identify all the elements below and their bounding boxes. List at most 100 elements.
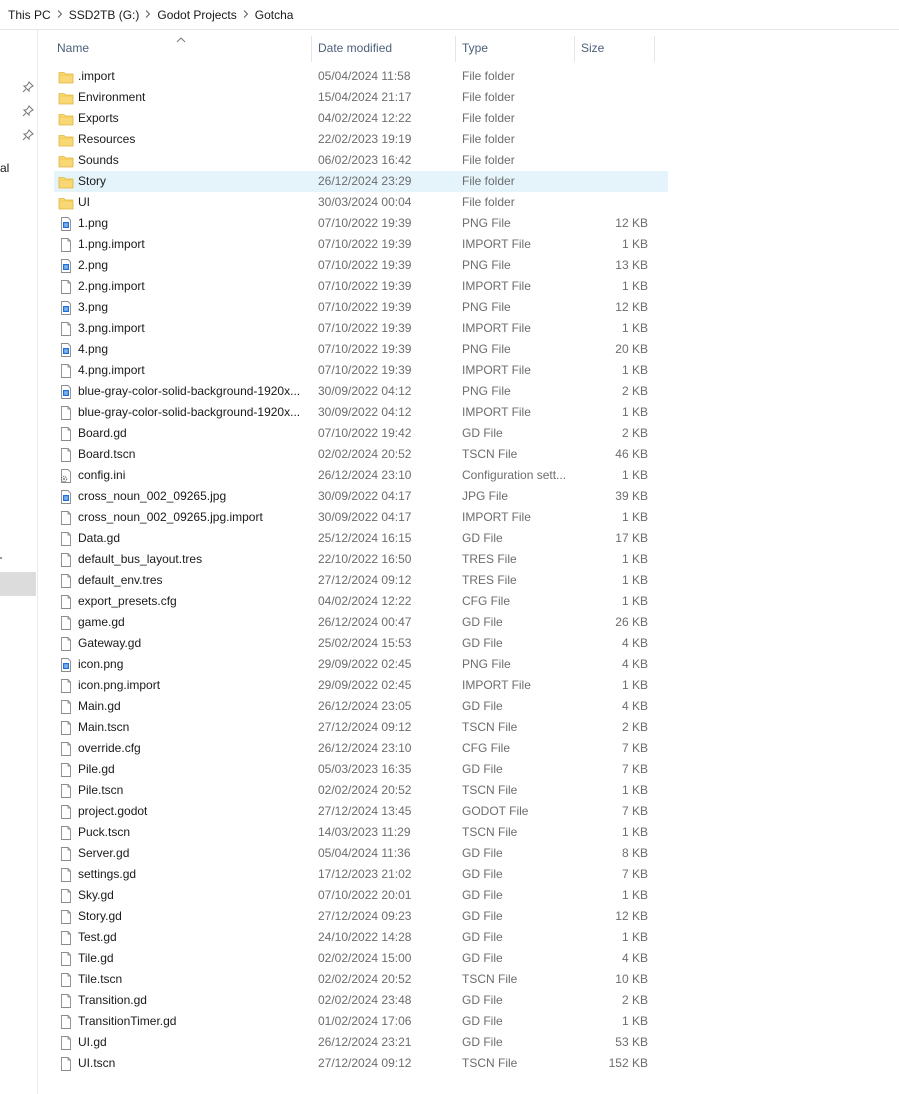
file-size: 39 KB (615, 489, 648, 503)
file-icon (58, 633, 74, 654)
file-row[interactable]: Sky.gd 07/10/2022 20:01 GD File 1 KB (54, 885, 668, 906)
file-name: Test.gd (78, 930, 117, 944)
file-date-modified: 14/03/2023 11:29 (318, 825, 411, 839)
file-icon (58, 738, 74, 759)
column-size[interactable]: Size (580, 36, 650, 66)
file-row[interactable]: Tile.tscn 02/02/2024 20:52 TSCN File 10 KB (54, 969, 668, 990)
chevron-right-icon[interactable] (239, 9, 253, 21)
file-row[interactable]: Story.gd 27/12/2024 09:23 GD File 12 KB (54, 906, 668, 927)
nav-item-selected[interactable] (0, 572, 36, 596)
file-row[interactable]: Data.gd 25/12/2024 16:15 GD File 17 KB (54, 528, 668, 549)
file-row[interactable]: Gateway.gd 25/02/2024 15:53 GD File 4 KB (54, 633, 668, 654)
file-name: 2.png.import (78, 279, 145, 293)
file-date-modified: 07/10/2022 19:39 (318, 237, 412, 251)
file-row[interactable]: Board.tscn 02/02/2024 20:52 TSCN File 46 KB (54, 444, 668, 465)
file-row[interactable]: Tile.gd 02/02/2024 15:00 GD File 4 KB (54, 948, 668, 969)
file-row[interactable]: Transition.gd 02/02/2024 23:48 GD File 2 KB (54, 990, 668, 1011)
column-header-row: Name Date modified Type Size (38, 30, 899, 66)
pin-icon[interactable] (22, 129, 34, 141)
file-row[interactable]: 4.png 07/10/2022 19:39 PNG File 20 KB (54, 339, 668, 360)
file-date-modified: 25/02/2024 15:53 (318, 636, 412, 650)
pin-icon[interactable] (22, 81, 34, 93)
file-type: GD File (462, 951, 503, 965)
file-size: 1 KB (621, 888, 648, 902)
nav-item-label-fragment[interactable]: al (0, 161, 9, 175)
file-date-modified: 04/02/2024 12:22 (318, 594, 412, 608)
file-row[interactable]: Pile.gd 05/03/2023 16:35 GD File 7 KB (54, 759, 668, 780)
file-row[interactable]: default_bus_layout.tres 22/10/2022 16:50 T… (54, 549, 668, 570)
file-size: 10 KB (615, 972, 648, 986)
file-size: 2 KB (621, 993, 648, 1007)
file-row[interactable]: 2.png.import 07/10/2022 19:39 IMPORT File 1… (54, 276, 668, 297)
breadcrumb-drive[interactable]: SSD2TB (G:) (67, 8, 142, 22)
file-row[interactable]: Pile.tscn 02/02/2024 20:52 TSCN File 1 KB (54, 780, 668, 801)
folder-row[interactable]: UI 30/03/2024 00:04 File folder (54, 192, 668, 213)
file-date-modified: 02/02/2024 15:00 (318, 951, 412, 965)
file-row[interactable]: icon.png 29/09/2022 02:45 PNG File 4 KB (54, 654, 668, 675)
file-row[interactable]: override.cfg 26/12/2024 23:10 CFG File 7 KB (54, 738, 668, 759)
file-row[interactable]: Puck.tscn 14/03/2023 11:29 TSCN File 1 KB (54, 822, 668, 843)
file-row[interactable]: project.godot 27/12/2024 13:45 GODOT File 7… (54, 801, 668, 822)
file-row[interactable]: cross_noun_002_09265.jpg 30/09/2022 04:17… (54, 486, 668, 507)
breadcrumb-godot-projects[interactable]: Godot Projects (155, 8, 238, 22)
file-row[interactable]: Main.tscn 27/12/2024 09:12 TSCN File 2 KB (54, 717, 668, 738)
file-row[interactable]: 2.png 07/10/2022 19:39 PNG File 13 KB (54, 255, 668, 276)
file-icon (58, 573, 74, 589)
chevron-right-icon[interactable] (141, 9, 155, 21)
file-size: 7 KB (621, 762, 648, 776)
file-row[interactable]: export_presets.cfg 04/02/2024 12:22 CFG Fi… (54, 591, 668, 612)
file-row[interactable]: UI.tscn 27/12/2024 09:12 TSCN File 152 KB (54, 1053, 668, 1074)
column-name[interactable]: Name (56, 36, 306, 66)
column-type[interactable]: Type (461, 36, 571, 66)
file-row[interactable]: Board.gd 07/10/2022 19:42 GD File 2 KB (54, 423, 668, 444)
file-date-modified: 02/02/2024 23:48 (318, 993, 412, 1007)
file-size: 152 KB (608, 1056, 648, 1070)
column-date-modified[interactable]: Date modified (317, 36, 452, 66)
column-divider[interactable] (654, 36, 655, 62)
folder-icon (58, 132, 74, 148)
file-row[interactable]: 3.png 07/10/2022 19:39 PNG File 12 KB (54, 297, 668, 318)
pin-icon[interactable] (22, 105, 34, 117)
file-row[interactable]: TransitionTimer.gd 01/02/2024 17:06 GD Fil… (54, 1011, 668, 1032)
file-icon (58, 426, 74, 442)
file-row[interactable]: Server.gd 05/04/2024 11:36 GD File 8 KB (54, 843, 668, 864)
folder-row[interactable]: .import 05/04/2024 11:58 File folder (54, 66, 668, 87)
file-type: GD File (462, 909, 503, 923)
file-row[interactable]: config.ini 26/12/2024 23:10 Configuration … (54, 465, 668, 486)
chevron-right-icon[interactable] (53, 9, 67, 21)
file-row[interactable]: cross_noun_002_09265.jpg.import 30/09/202… (54, 507, 668, 528)
file-row[interactable]: 1.png.import 07/10/2022 19:39 IMPORT File 1… (54, 234, 668, 255)
file-row[interactable]: Main.gd 26/12/2024 23:05 GD File 4 KB (54, 696, 668, 717)
file-row[interactable]: Test.gd 24/10/2022 14:28 GD File 1 KB (54, 927, 668, 948)
file-row[interactable]: blue-gray-color-solid-background-1920x..… (54, 381, 668, 402)
folder-row[interactable]: Environment 15/04/2024 21:17 File folder (54, 87, 668, 108)
breadcrumb-this-pc[interactable]: This PC (6, 8, 53, 22)
file-row[interactable]: 3.png.import 07/10/2022 19:39 IMPORT File 1… (54, 318, 668, 339)
file-size: 4 KB (621, 636, 648, 650)
file-row[interactable]: default_env.tres 27/12/2024 09:12 TRES Fil… (54, 570, 668, 591)
file-type: File folder (462, 132, 515, 146)
column-divider[interactable] (455, 36, 456, 62)
breadcrumb-gotcha[interactable]: Gotcha (253, 8, 296, 22)
file-row[interactable]: blue-gray-color-solid-background-1920x..… (54, 402, 668, 423)
column-divider[interactable] (311, 36, 312, 62)
file-type: PNG File (462, 300, 511, 314)
image-file-icon (58, 213, 74, 234)
file-row[interactable]: icon.png.import 29/09/2022 02:45 IMPORT Fi… (54, 675, 668, 696)
file-row[interactable]: settings.gd 17/12/2023 21:02 GD File 7 KB (54, 864, 668, 885)
file-type: TSCN File (462, 972, 518, 986)
file-row[interactable]: UI.gd 26/12/2024 23:21 GD File 53 KB (54, 1032, 668, 1053)
file-icon (58, 1014, 74, 1030)
column-divider[interactable] (574, 36, 575, 62)
file-date-modified: 05/04/2024 11:58 (318, 69, 411, 83)
folder-row[interactable]: Resources 22/02/2023 19:19 File folder (54, 129, 668, 150)
file-size (576, 87, 648, 108)
folder-row[interactable]: Sounds 06/02/2023 16:42 File folder (54, 150, 668, 171)
file-row[interactable]: 1.png 07/10/2022 19:39 PNG File 12 KB (54, 213, 668, 234)
file-row[interactable]: 4.png.import 07/10/2022 19:39 IMPORT File 1… (54, 360, 668, 381)
file-type: TSCN File (462, 447, 518, 461)
folder-row[interactable]: Exports 04/02/2024 12:22 File folder (54, 108, 668, 129)
file-size: 26 KB (615, 615, 648, 629)
file-row[interactable]: game.gd 26/12/2024 00:47 GD File 26 KB (54, 612, 668, 633)
folder-row[interactable]: Story 26/12/2024 23:29 File folder (54, 171, 668, 192)
